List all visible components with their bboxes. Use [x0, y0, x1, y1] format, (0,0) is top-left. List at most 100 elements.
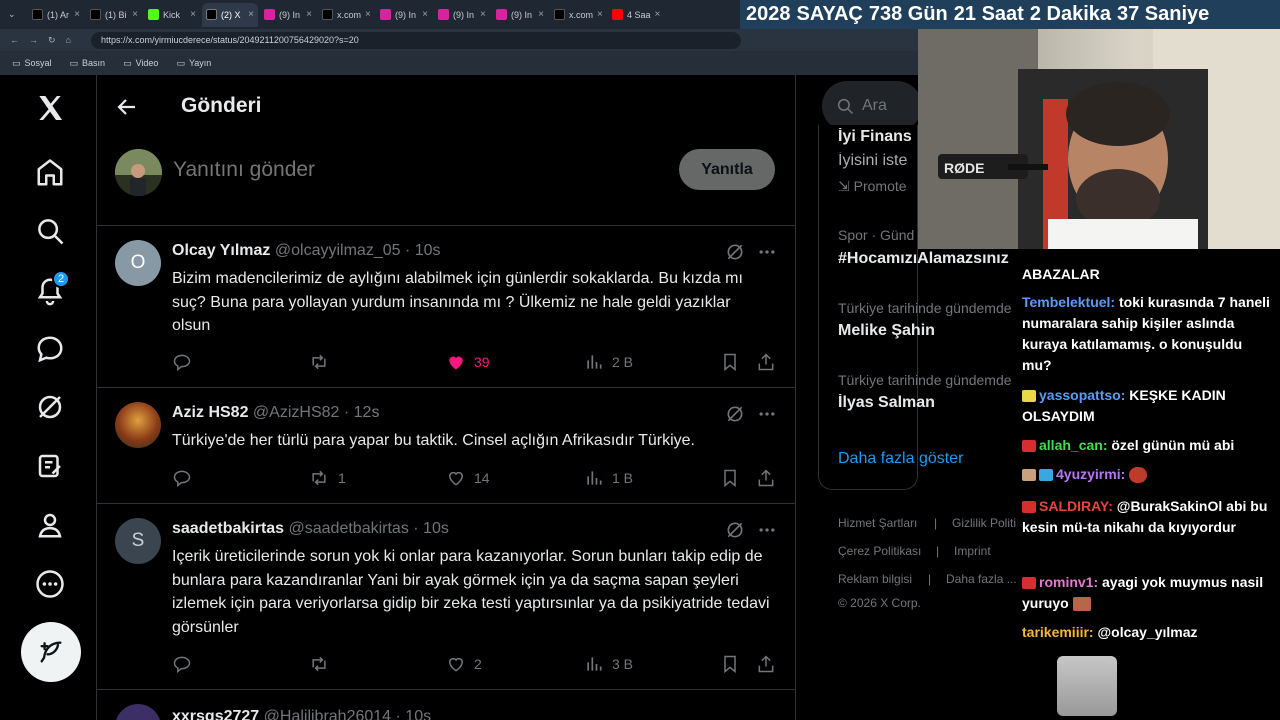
close-icon[interactable]: ×: [248, 9, 254, 20]
handle[interactable]: @olcayyilmaz_05: [275, 242, 401, 259]
trend-item[interactable]: İlyas Salman: [838, 394, 1018, 412]
back-arrow-icon[interactable]: [115, 95, 139, 119]
repost-action[interactable]: [308, 654, 338, 674]
share-icon[interactable]: [756, 468, 776, 488]
tweet[interactable]: Aziz HS82 @AzizHS82 · 12s Türkiye'de her…: [97, 388, 795, 504]
reply-action[interactable]: [172, 352, 200, 372]
reply-input[interactable]: [173, 158, 643, 182]
show-more-link[interactable]: Daha fazla göster: [838, 450, 963, 468]
timestamp[interactable]: · 10s: [405, 242, 441, 259]
grok-icon[interactable]: [30, 387, 70, 427]
close-icon[interactable]: ×: [538, 9, 544, 20]
chat-username[interactable]: SALDIRAY:: [1039, 498, 1113, 514]
tab-10[interactable]: 4 Saa ×: [608, 3, 664, 27]
views-action[interactable]: 3 B: [584, 654, 633, 674]
chat-username[interactable]: tarikemiiir:: [1022, 624, 1094, 640]
home-icon[interactable]: ⌂: [66, 35, 71, 45]
footer-link[interactable]: Çerez Politikası: [838, 544, 921, 558]
tweet[interactable]: S saadetbakirtas @saadetbakirtas · 10s I…: [97, 504, 795, 690]
display-name[interactable]: Aziz HS82: [172, 404, 248, 421]
url-field[interactable]: https://x.com/yirmiucderece/status/20492…: [90, 31, 741, 49]
forward-nav-icon[interactable]: →: [29, 35, 38, 45]
more-icon[interactable]: [757, 404, 777, 424]
trend-item[interactable]: #HocamızıAlamazsınız: [838, 250, 1018, 268]
like-action[interactable]: 39: [446, 352, 490, 372]
bookmark-icon[interactable]: [720, 654, 740, 674]
close-icon[interactable]: ×: [655, 9, 661, 20]
chat-username[interactable]: Tembelektuel:: [1022, 294, 1115, 310]
tab-menu[interactable]: ⌄: [4, 3, 26, 27]
tab-5[interactable]: x.com ×: [318, 3, 374, 27]
profile-icon[interactable]: [30, 505, 70, 545]
close-icon[interactable]: ×: [190, 9, 196, 20]
tab-8[interactable]: (9) In ×: [492, 3, 548, 27]
more-icon[interactable]: [757, 520, 777, 540]
compose-post-button[interactable]: [21, 622, 81, 682]
like-action[interactable]: 2: [446, 654, 482, 674]
bookmark-folder[interactable]: ▭ Video: [123, 58, 158, 69]
tweet[interactable]: xxrsgs2727 @Halilibrah26014 · 10s: [97, 690, 795, 720]
reply-action[interactable]: [172, 468, 200, 488]
bookmark-icon[interactable]: [720, 352, 740, 372]
messages-icon[interactable]: [30, 329, 70, 369]
tab-2[interactable]: Kick ×: [144, 3, 200, 27]
tweet[interactable]: O Olcay Yılmaz @olcayyilmaz_05 · 10s Biz…: [97, 226, 795, 388]
timestamp[interactable]: · 10s: [413, 520, 449, 537]
close-icon[interactable]: ×: [422, 9, 428, 20]
more-circle-icon[interactable]: [30, 564, 70, 604]
back-nav-icon[interactable]: ←: [10, 35, 19, 45]
chat-username[interactable]: rominv1:: [1039, 574, 1098, 590]
home-nav-icon[interactable]: [30, 153, 70, 193]
grok-icon[interactable]: [725, 242, 745, 262]
tab-0[interactable]: (1) Ar ×: [28, 3, 84, 27]
close-icon[interactable]: ×: [132, 9, 138, 20]
views-action[interactable]: 1 B: [584, 468, 633, 488]
share-icon[interactable]: [756, 352, 776, 372]
bookmark-folder[interactable]: ▭ Yayın: [176, 58, 211, 69]
tab-1[interactable]: (1) Bi ×: [86, 3, 142, 27]
chat-username[interactable]: 4yuzyirmi:: [1056, 466, 1125, 482]
footer-link[interactable]: Hizmet Şartları: [838, 516, 917, 530]
tab-6[interactable]: (9) In ×: [376, 3, 432, 27]
tab-7[interactable]: (9) In ×: [434, 3, 490, 27]
grok-icon[interactable]: [725, 404, 745, 424]
tab-9[interactable]: x.com ×: [550, 3, 606, 27]
handle[interactable]: @saadetbakirtas: [289, 520, 409, 537]
repost-action[interactable]: 1: [308, 468, 346, 488]
bookmark-icon[interactable]: [720, 468, 740, 488]
more-icon[interactable]: [757, 242, 777, 262]
footer-link[interactable]: Daha fazla ...: [946, 572, 1017, 586]
footer-link[interactable]: Reklam bilgisi: [838, 572, 912, 586]
reply-button[interactable]: Yanıtla: [679, 149, 775, 190]
display-name[interactable]: xxrsgs2727: [172, 708, 259, 720]
chat-username[interactable]: allah_can:: [1039, 437, 1107, 453]
close-icon[interactable]: ×: [597, 9, 603, 20]
like-action[interactable]: 14: [446, 468, 490, 488]
reply-action[interactable]: [172, 654, 200, 674]
drafts-icon[interactable]: [30, 446, 70, 486]
handle[interactable]: @AzizHS82: [253, 404, 340, 421]
display-name[interactable]: Olcay Yılmaz: [172, 242, 270, 259]
close-icon[interactable]: ×: [306, 9, 312, 20]
bookmark-folder[interactable]: ▭ Basın: [70, 58, 106, 69]
search-input[interactable]: Ara: [822, 81, 922, 131]
tab-4[interactable]: (9) In ×: [260, 3, 316, 27]
close-icon[interactable]: ×: [480, 9, 486, 20]
chat-username[interactable]: yassopattso:: [1039, 387, 1125, 403]
timestamp[interactable]: · 12s: [344, 404, 380, 421]
close-icon[interactable]: ×: [365, 9, 371, 20]
footer-link[interactable]: Imprint: [954, 544, 991, 558]
display-name[interactable]: saadetbakirtas: [172, 520, 284, 537]
trend-item[interactable]: Melike Şahin: [838, 322, 1018, 340]
close-icon[interactable]: ×: [74, 9, 80, 20]
search-nav-icon[interactable]: [30, 211, 70, 251]
bookmark-folder[interactable]: ▭ Sosyal: [12, 58, 52, 69]
grok-icon[interactable]: [725, 520, 745, 540]
x-logo-icon[interactable]: [30, 88, 70, 128]
timestamp[interactable]: · 10s: [396, 708, 432, 720]
tab-3-active[interactable]: (2) X ×: [202, 2, 258, 27]
reload-icon[interactable]: ↻: [48, 35, 56, 46]
views-action[interactable]: 2 B: [584, 352, 633, 372]
handle[interactable]: @Halilibrah26014: [264, 708, 391, 720]
share-icon[interactable]: [756, 654, 776, 674]
